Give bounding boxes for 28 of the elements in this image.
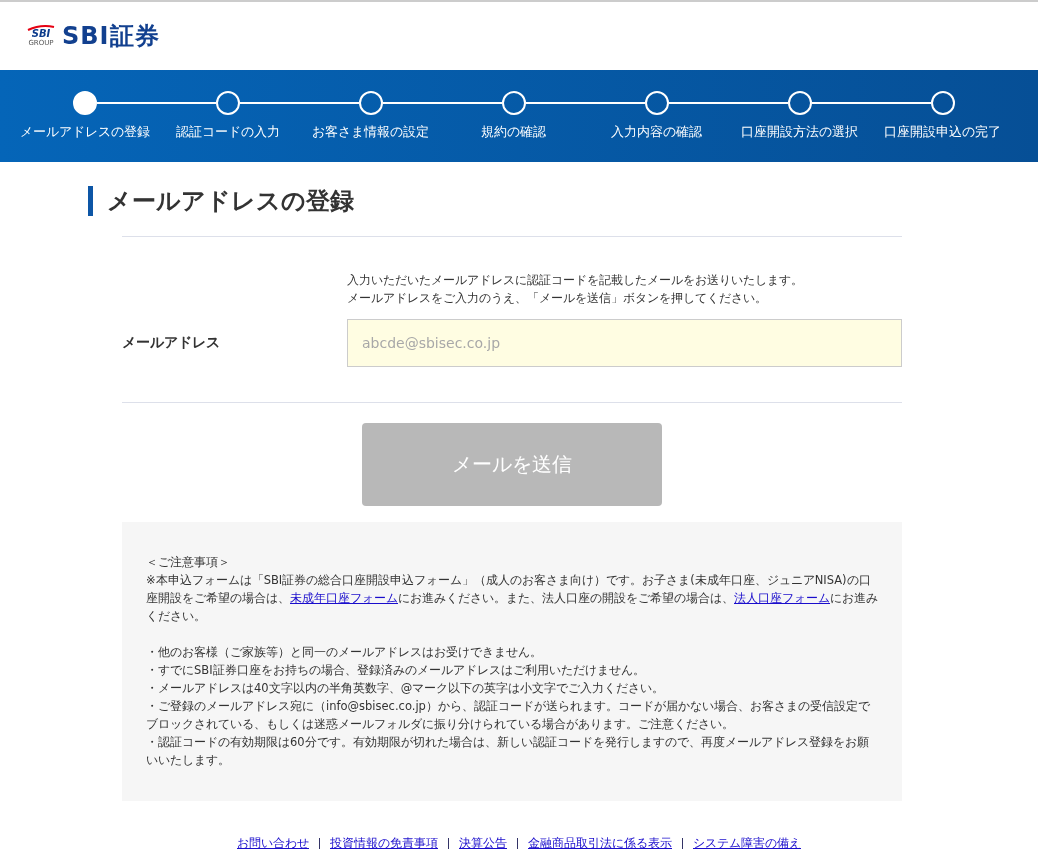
notice-item: ・メールアドレスは40文字以内の半角英数字、@マーク以下の英字は小文字でご入力ください。 <box>146 680 666 697</box>
notice-item: ・他のお客様（ご家族等）と同一のメールアドレスはお受けできません。 <box>146 644 543 661</box>
step-label: メールアドレスの登録 <box>19 123 150 141</box>
footer-link[interactable]: 投資情報の免責事項 <box>330 836 438 851</box>
step-label: 口座開設申込の完了 <box>884 123 1001 141</box>
notice-heading: ＜ご注意事項＞ <box>146 554 231 571</box>
notice-item: ・認証コードの有効期限は60分です。有効期限が切れた場合は、新しい認証コードを発行しますので、再度メールアドレス登録をお願いいたします。 <box>146 734 870 769</box>
footer-link[interactable]: お問い合わせ <box>237 836 309 851</box>
footer-link[interactable]: 金融商品取引法に係る表示 <box>528 836 672 851</box>
step-label: 認証コードの入力 <box>175 123 280 141</box>
logo-badge-text: SBI <box>31 29 51 39</box>
notice-paragraph: ※本申込フォームは「SBI証券の総合口座開設申込フォーム」（成人のお客さま向け）です。お子さま(未成年口座、ジュニアNISA)の口座開設をご希望の場合は、未成年口座フォームにお進みください。また、法人口座の開設をご希望の場合は、法人口座フォームにお進みください。 <box>146 572 878 625</box>
field-label: メールアドレス <box>122 334 221 352</box>
swoosh-icon <box>26 25 56 31</box>
step-label: お客さま情報の設定 <box>312 123 429 141</box>
step-label: 口座開設方法の選択 <box>741 123 858 141</box>
instruction-text: 入力いただいたメールアドレスに認証コードを記載したメールをお送りいたします。 メールアドレスをご入力のうえ、「メールを送信」ボタンを押してください。 <box>347 272 804 307</box>
form-link[interactable]: 法人口座フォーム <box>734 591 830 605</box>
step-label: 規約の確認 <box>481 123 546 141</box>
page-title: メールアドレスの登録 <box>88 186 902 216</box>
form-link[interactable]: 未成年口座フォーム <box>290 591 398 605</box>
footer-link[interactable]: 決算公告 <box>459 836 507 851</box>
notice-item: ・すでにSBI証券口座をお持ちの場合、登録済みのメールアドレスはご利用いただけません。 <box>146 662 646 679</box>
email-field[interactable]: abcde@sbisec.co.jp <box>347 319 902 367</box>
step-label: 入力内容の確認 <box>611 123 702 141</box>
footer-link[interactable]: システム障害の備え <box>693 836 801 851</box>
notice-item: ・ご登録のメールアドレス宛に（info@sbisec.co.jp）から、認証コードが送られます。コードが届かない場合、お客さまの受信設定でブロックされている、もしくは迷惑メールフォルダに振り分けられている場合があります。ご注意ください。 <box>146 698 871 733</box>
logo-text: SBI証券 <box>62 21 160 52</box>
